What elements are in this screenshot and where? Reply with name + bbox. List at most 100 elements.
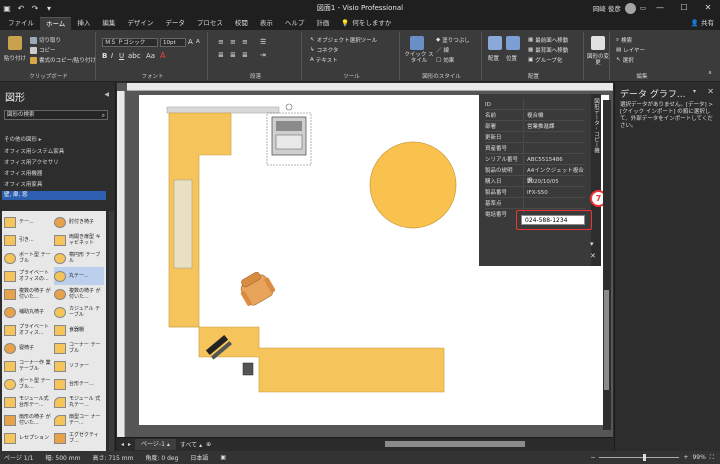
font-shrink-icon[interactable]: A <box>196 39 200 45</box>
close-button[interactable]: ✕ <box>696 0 720 16</box>
stencil-walls-doors-windows[interactable]: 壁, 扉, 窓 <box>2 191 106 200</box>
shape-item[interactable]: 食器棚 <box>54 321 104 339</box>
text-tool-button[interactable]: A テキスト <box>310 56 338 64</box>
tab-design[interactable]: デザイン <box>121 17 159 30</box>
minimize-button[interactable]: — <box>648 0 672 16</box>
shape-data-close-icon[interactable]: ✕ <box>590 252 596 260</box>
stencil-office-furniture[interactable]: オフィス用家具 <box>4 180 42 188</box>
quick-styles-button[interactable]: クイック スタイル <box>404 52 434 64</box>
fill-button[interactable]: ◆ 塗りつぶし <box>436 36 470 44</box>
shape-item[interactable]: ソファー <box>54 357 104 375</box>
layers-button[interactable]: ▤ レイヤー <box>616 46 645 54</box>
zoom-in-icon[interactable]: + <box>683 454 688 461</box>
stencil-office-accessories[interactable]: オフィス用アクセサリ <box>4 158 59 166</box>
tab-insert[interactable]: 挿入 <box>71 17 96 30</box>
collapse-ribbon-icon[interactable]: ∧ <box>708 70 712 76</box>
macro-icon[interactable]: ▣ <box>220 454 226 461</box>
zoom-out-icon[interactable]: − <box>590 454 595 461</box>
shape-item[interactable]: 複数の椅子 が付いた... <box>54 285 104 303</box>
tab-process[interactable]: プロセス <box>191 17 229 30</box>
shape-item[interactable]: プライベート オフィスの... <box>4 267 54 285</box>
maximize-button[interactable]: ☐ <box>672 0 696 16</box>
send-to-back-button[interactable]: ▦ 最背面へ移動 <box>528 46 568 54</box>
shape-item[interactable]: モジュール 式丸テー... <box>54 393 104 411</box>
vertical-scrollbar[interactable] <box>603 100 611 430</box>
find-button[interactable]: ⌕ 検索 <box>616 36 632 45</box>
tab-file[interactable]: ファイル <box>2 17 40 30</box>
shape-item[interactable]: コーナー テーブル <box>54 339 104 357</box>
font-color-icon[interactable]: A <box>160 51 165 60</box>
stencil-office-equipment[interactable]: オフィス用機器 <box>4 169 42 177</box>
status-language[interactable]: 日本語 <box>190 453 208 462</box>
shape-item[interactable]: 肘付き椅子 <box>54 213 104 231</box>
shape-item[interactable]: レセプション <box>4 429 54 447</box>
shape-item[interactable]: コーナー作 業テーブル <box>4 357 54 375</box>
avatar[interactable] <box>624 2 636 14</box>
select-button[interactable]: ↖ 選択 <box>616 56 634 64</box>
position-icon[interactable] <box>506 36 520 50</box>
tab-plan[interactable]: 計画 <box>310 17 335 30</box>
all-pages-tab[interactable]: すべて ▴ <box>180 440 202 449</box>
tab-page-1[interactable]: ページ-1 ▴ <box>135 439 176 450</box>
tab-home[interactable]: ホーム <box>40 17 72 30</box>
status-page[interactable]: ページ 1/1 <box>4 453 33 462</box>
panel-options-icon[interactable]: ▾ <box>693 88 696 95</box>
customize-qat-icon[interactable]: ▾ <box>42 0 56 16</box>
font-size-combo[interactable]: 10pt <box>160 38 186 47</box>
indent-icon[interactable]: ⇥ <box>260 51 266 59</box>
pin-icon[interactable]: ▾ <box>590 240 594 248</box>
shape-item[interactable]: 楕円形 テーブル <box>54 249 104 267</box>
align-right-icon[interactable]: ≣ <box>242 51 248 59</box>
shape-item[interactable]: モジュール式 台形テー... <box>4 393 54 411</box>
shape-item[interactable]: 複数の椅子 が付いた... <box>4 285 54 303</box>
tab-data[interactable]: データ <box>159 17 191 30</box>
tab-review[interactable]: 校閲 <box>229 17 254 30</box>
zoom-slider-thumb[interactable] <box>643 454 647 461</box>
paste-button[interactable]: 貼り付け <box>4 54 26 62</box>
strikethrough-icon[interactable]: abc <box>128 52 141 60</box>
position-button[interactable]: 位置 <box>506 54 517 62</box>
align-bottom-icon[interactable]: ≡ <box>242 38 248 46</box>
shape-item[interactable]: 寝椅子 <box>4 339 54 357</box>
vertical-scroll-thumb[interactable] <box>604 290 609 390</box>
shape-item[interactable]: 台形テー... <box>54 375 104 393</box>
shape-item[interactable]: エグゼクティ ブ... <box>54 429 104 447</box>
align-button[interactable]: 配置 <box>488 54 499 62</box>
zoom-slider[interactable] <box>599 454 680 461</box>
paste-icon[interactable] <box>8 36 22 50</box>
shape-item[interactable]: プライベート オフィス... <box>4 321 54 339</box>
pointer-tool-button[interactable]: ↖ オブジェクト選択ツール <box>310 36 377 44</box>
tab-edit[interactable]: 編集 <box>96 17 121 30</box>
align-center-icon[interactable]: ≣ <box>230 51 236 59</box>
format-painter-button[interactable]: 書式のコピー/貼り付け <box>30 56 96 64</box>
cabinet[interactable] <box>173 179 193 269</box>
user-name[interactable]: 岡崎 俊彦 <box>593 3 621 13</box>
connector-tool-button[interactable]: ↳ コネクタ <box>310 46 338 54</box>
shape-item[interactable]: 引き... <box>4 231 54 249</box>
align-icon[interactable] <box>488 36 502 50</box>
align-top-icon[interactable]: ≡ <box>218 38 224 46</box>
share-button[interactable]: 👤 共有 <box>691 17 714 27</box>
quick-styles-icon[interactable] <box>410 36 424 50</box>
phone-number-input[interactable]: 024-588-1234 <box>521 215 585 225</box>
stencil-office-system-furniture[interactable]: オフィス用システム家具 <box>4 147 64 155</box>
bullets-icon[interactable]: ☰ <box>260 38 266 46</box>
close-panel-icon[interactable]: ✕ <box>707 87 714 96</box>
shapes-scrollbar[interactable] <box>109 211 114 451</box>
shape-item[interactable]: 扇形の椅子 が付いた... <box>4 411 54 429</box>
underline-icon[interactable]: U <box>119 52 124 60</box>
shape-item[interactable]: 扇型コー ナーテー... <box>54 411 104 429</box>
shape-item[interactable]: 補助丸椅子 <box>4 303 54 321</box>
font-name-combo[interactable]: ＭＳ Ｐゴシック <box>102 38 158 47</box>
zoom-level[interactable]: 99% <box>692 454 705 461</box>
font-grow-icon[interactable]: A <box>188 38 193 46</box>
shape-search-input[interactable]: 図形の検索 ⌕ <box>4 110 108 120</box>
shape-item[interactable]: テー... <box>4 213 54 231</box>
shape-item[interactable]: 両開き扉型 キャビネット <box>54 231 104 249</box>
case-icon[interactable]: Aa <box>146 52 155 60</box>
phone-shape[interactable] <box>242 362 254 376</box>
fit-page-icon[interactable]: ⛶ <box>710 454 714 462</box>
change-shape-icon[interactable] <box>591 36 605 50</box>
effects-button[interactable]: □ 効果 <box>436 56 454 64</box>
redo-icon[interactable]: ↷ <box>28 0 42 16</box>
